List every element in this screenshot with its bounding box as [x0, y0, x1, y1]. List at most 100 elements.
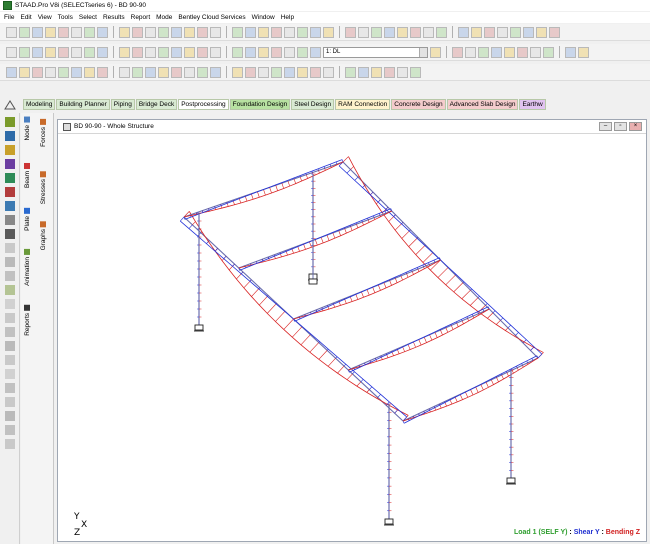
open-icon[interactable] [19, 26, 30, 38]
stress-icon[interactable] [210, 66, 221, 78]
refresh-icon[interactable] [197, 46, 208, 58]
structure-icon[interactable] [423, 26, 434, 38]
rotate-icon[interactable] [158, 26, 169, 38]
open-icon[interactable] [471, 26, 482, 38]
load-icon[interactable] [284, 66, 295, 78]
page-tab-steel-design[interactable]: Steel Design [291, 99, 335, 110]
menu-tools[interactable]: Tools [58, 14, 73, 21]
page-tab-piping[interactable]: Piping [110, 99, 135, 110]
solid-icon[interactable] [158, 46, 169, 58]
paste-icon[interactable] [536, 26, 547, 38]
copy-icon[interactable] [565, 46, 576, 58]
left-tool-icon[interactable] [4, 369, 15, 379]
menu-file[interactable]: File [4, 14, 14, 21]
page-tab-building-planner[interactable]: Building Planner [56, 99, 110, 110]
structure-view-window[interactable]: BD 90-90 - Whole Structure – ▫ × Y X Z L… [57, 119, 647, 542]
left-tool-icon[interactable] [4, 439, 15, 449]
help-icon[interactable] [430, 46, 441, 58]
stress-icon[interactable] [297, 46, 308, 58]
structure-icon[interactable] [271, 66, 282, 78]
plate-icon[interactable] [58, 66, 69, 78]
print-icon[interactable] [530, 46, 541, 58]
page-tree-stresses[interactable]: Stresses [40, 171, 47, 204]
page-tab-modeling[interactable]: Modeling [23, 99, 56, 110]
paste-icon[interactable] [84, 26, 95, 38]
measure-icon[interactable] [171, 46, 182, 58]
solid-icon[interactable] [71, 66, 82, 78]
structure-model-canvas[interactable] [58, 134, 646, 541]
left-tool-icon[interactable] [4, 173, 15, 183]
shear-icon[interactable] [184, 66, 195, 78]
save-icon[interactable] [484, 26, 495, 38]
solid-icon[interactable] [232, 26, 243, 38]
left-tool-icon[interactable] [4, 229, 15, 239]
structure-icon[interactable] [465, 46, 476, 58]
cut-icon[interactable] [58, 26, 69, 38]
beam-icon[interactable] [197, 26, 208, 38]
select-icon[interactable] [97, 46, 108, 58]
filter-icon[interactable] [245, 46, 256, 58]
menu-select[interactable]: Select [79, 14, 97, 21]
rotate-icon[interactable] [6, 66, 17, 78]
refresh-icon[interactable] [119, 66, 130, 78]
settings-icon[interactable] [258, 66, 269, 78]
new-icon[interactable] [297, 66, 308, 78]
pan-icon[interactable] [71, 46, 82, 58]
grid-icon[interactable] [210, 46, 221, 58]
report-icon[interactable] [384, 26, 395, 38]
menu-mode[interactable]: Mode [156, 14, 172, 21]
page-tree-forces[interactable]: Forces [40, 119, 47, 147]
node-icon[interactable] [119, 46, 130, 58]
undo-icon[interactable] [397, 66, 408, 78]
page-tree-beam[interactable]: Beam [24, 163, 31, 188]
shear-icon[interactable] [271, 46, 282, 58]
plate-icon[interactable] [210, 26, 221, 38]
save-icon[interactable] [323, 66, 334, 78]
moment-icon[interactable] [358, 26, 369, 38]
select-icon[interactable] [19, 66, 30, 78]
menu-window[interactable]: Window [252, 14, 275, 21]
menu-results[interactable]: Results [103, 14, 125, 21]
cut-icon[interactable] [510, 26, 521, 38]
menu-report[interactable]: Report [131, 14, 151, 21]
measure-icon[interactable] [84, 66, 95, 78]
close-button[interactable]: × [629, 122, 642, 131]
filter-icon[interactable] [158, 66, 169, 78]
page-tree-reports[interactable]: Reports [24, 305, 31, 336]
label-icon[interactable] [97, 66, 108, 78]
print-icon[interactable] [497, 26, 508, 38]
left-tool-icon[interactable] [4, 117, 15, 127]
display-icon[interactable] [323, 26, 334, 38]
node-icon[interactable] [184, 26, 195, 38]
refresh-icon[interactable] [271, 26, 282, 38]
grid-icon[interactable] [284, 26, 295, 38]
open-icon[interactable] [310, 66, 321, 78]
undo-icon[interactable] [549, 26, 560, 38]
undo-icon[interactable] [97, 26, 108, 38]
settings-icon[interactable] [452, 46, 463, 58]
left-tool-icon[interactable] [4, 313, 15, 323]
left-tool-icon[interactable] [4, 355, 15, 365]
save-icon[interactable] [32, 26, 43, 38]
page-tree-graphs[interactable]: Graphs [40, 221, 47, 250]
print-icon[interactable] [45, 26, 56, 38]
minimize-button[interactable]: – [599, 122, 612, 131]
cut-icon[interactable] [358, 66, 369, 78]
save-icon[interactable] [517, 46, 528, 58]
label-icon[interactable] [258, 26, 269, 38]
copy-icon[interactable] [371, 66, 382, 78]
redo-icon[interactable] [119, 26, 130, 38]
redo-icon[interactable] [45, 46, 56, 58]
beam-icon[interactable] [132, 46, 143, 58]
dropdown-arrow-icon[interactable] [419, 47, 427, 57]
cut-icon[interactable] [543, 46, 554, 58]
load-icon[interactable] [478, 46, 489, 58]
open-icon[interactable] [504, 46, 515, 58]
menu-help[interactable]: Help [281, 14, 294, 21]
page-tree-animation[interactable]: Animation [24, 249, 31, 286]
left-tool-icon[interactable] [4, 383, 15, 393]
display-icon[interactable] [171, 66, 182, 78]
left-tool-icon[interactable] [4, 215, 15, 225]
measure-icon[interactable] [245, 26, 256, 38]
snap-icon[interactable] [232, 46, 243, 58]
